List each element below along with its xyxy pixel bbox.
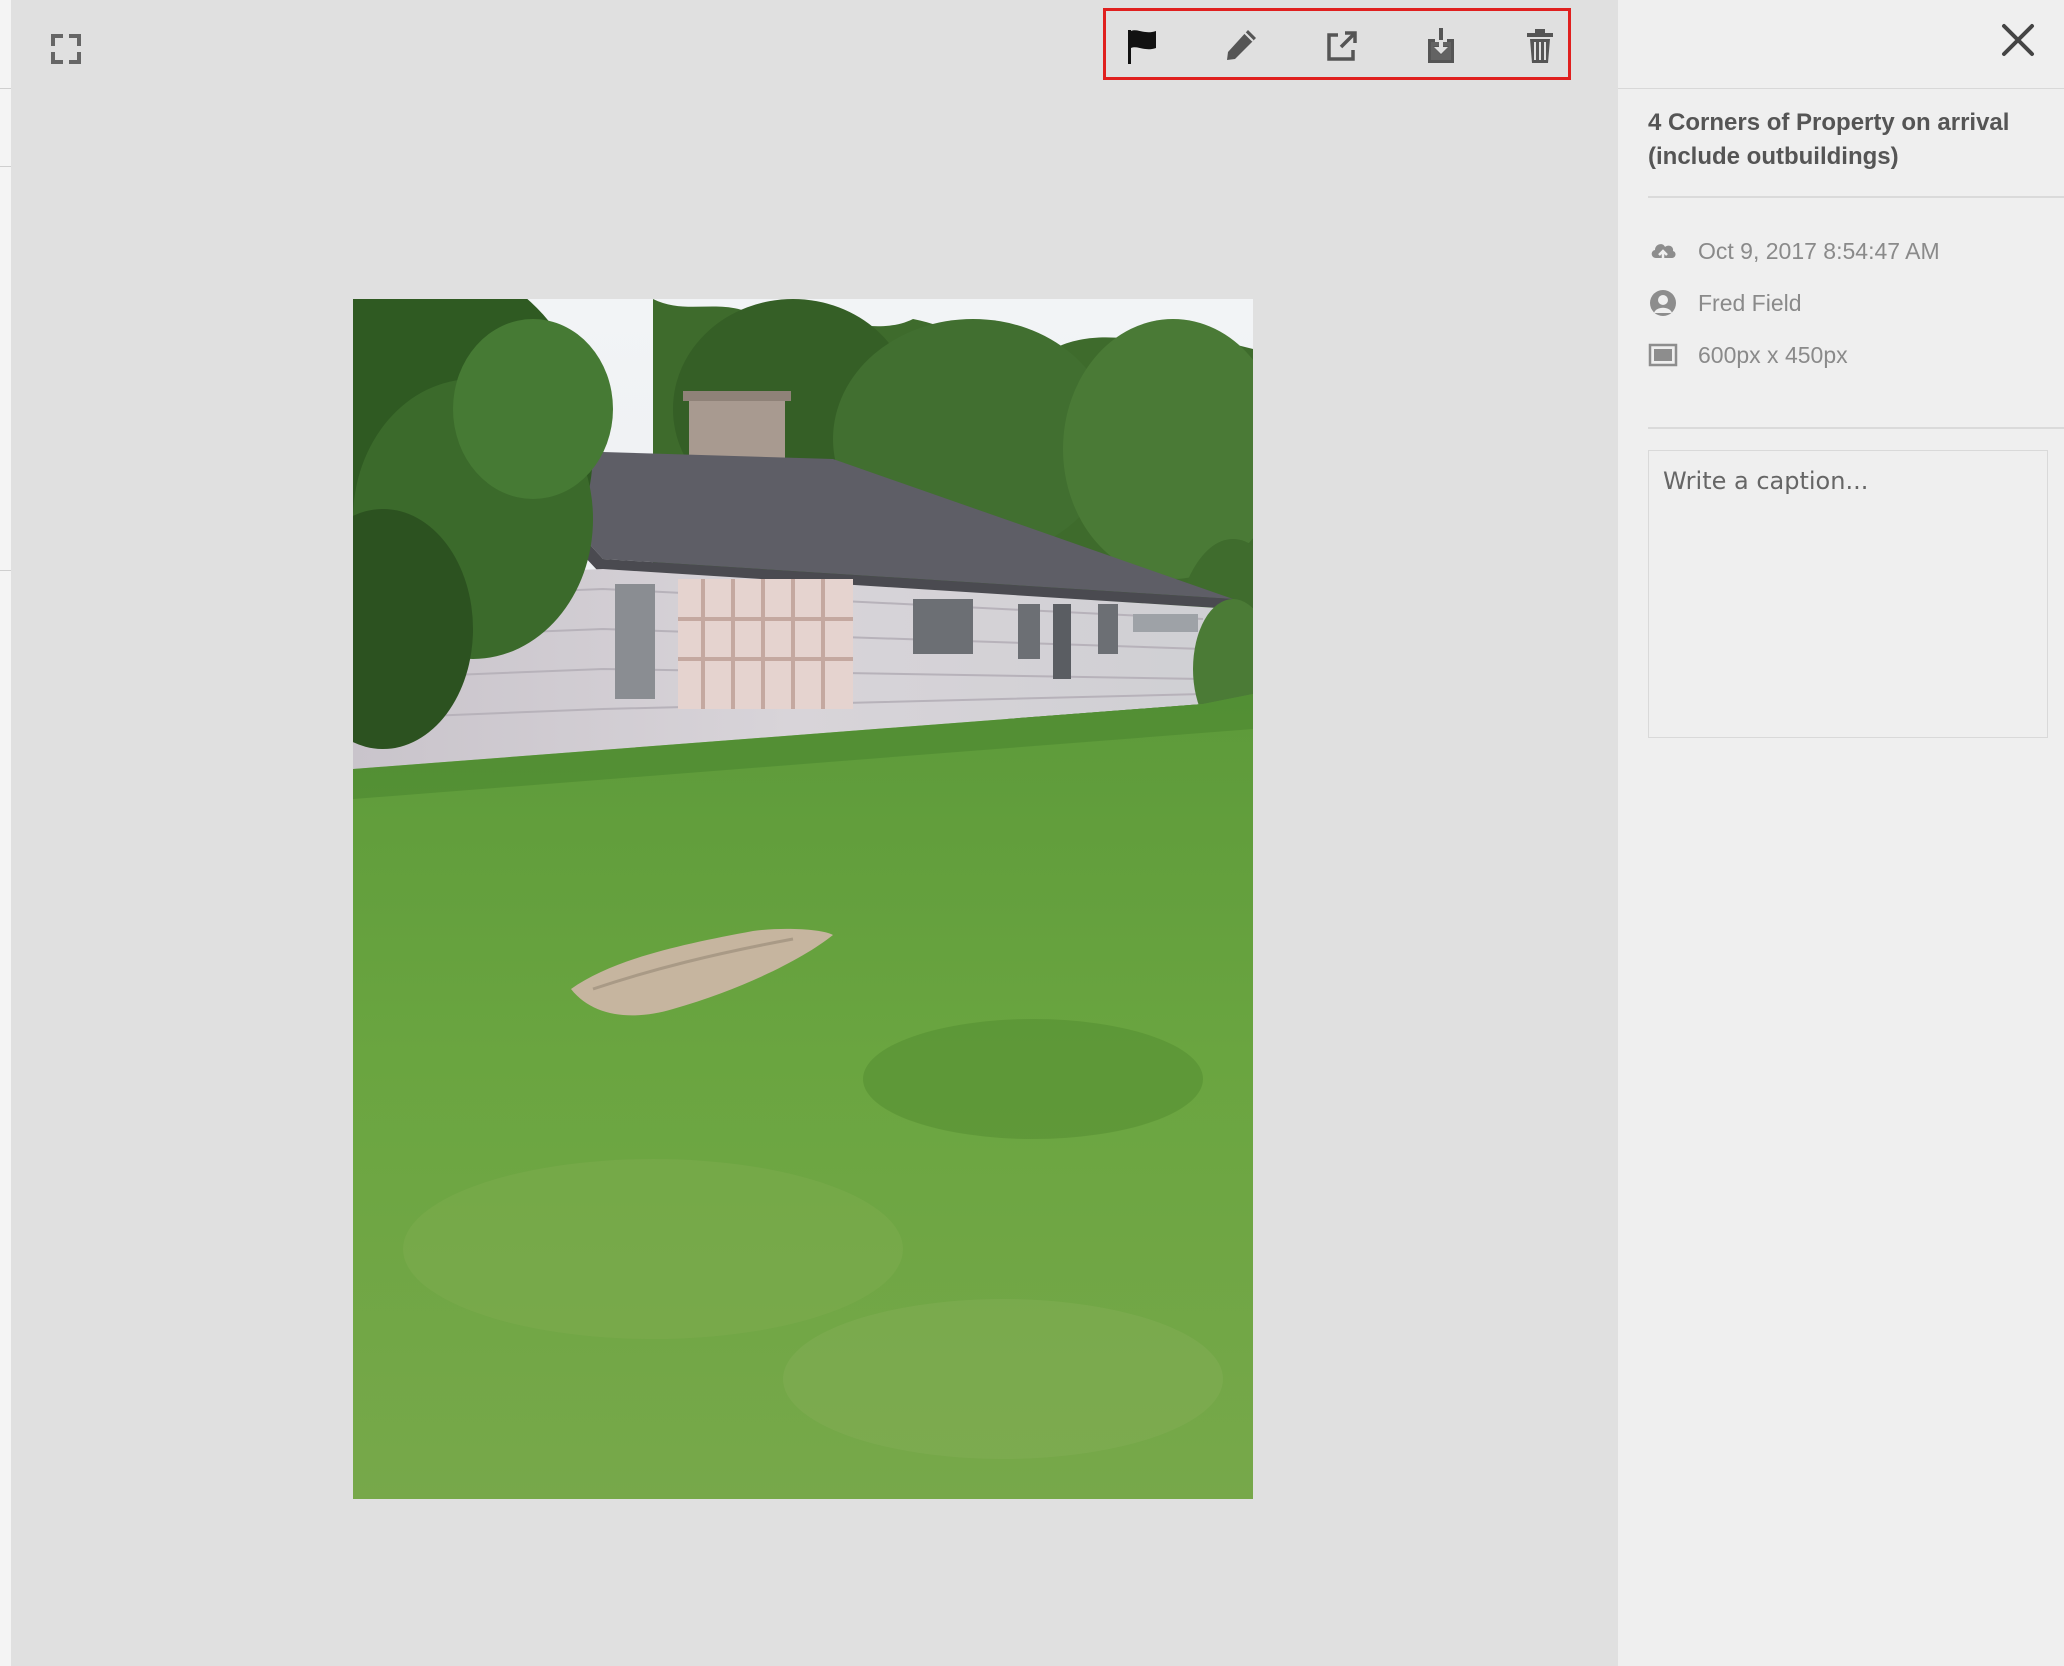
author-row: Fred Field	[1648, 283, 2048, 323]
open-external-button[interactable]	[1315, 21, 1367, 71]
cloud-upload-icon	[1648, 236, 1678, 266]
edge-divider	[0, 88, 11, 89]
fullscreen-icon	[51, 34, 81, 64]
pencil-icon	[1227, 30, 1256, 60]
caption-input[interactable]	[1648, 450, 2048, 738]
author-name: Fred Field	[1698, 289, 1802, 316]
close-button[interactable]	[1994, 16, 2042, 64]
trash-icon	[1527, 29, 1553, 63]
panel-header-divider	[1618, 88, 2064, 89]
user-icon	[1648, 288, 1678, 318]
edge-divider	[0, 570, 11, 571]
edge-divider	[0, 166, 11, 167]
edit-button[interactable]	[1215, 21, 1267, 71]
close-icon	[2002, 24, 2034, 56]
flag-button[interactable]	[1116, 21, 1168, 71]
left-edge-strip	[0, 0, 11, 1666]
meta-divider	[1648, 427, 2064, 429]
photo-title: 4 Corners of Property on arrival (includ…	[1648, 109, 2010, 170]
upload-date: Oct 9, 2017 8:54:47 AM	[1698, 237, 1940, 264]
image-dimensions: 600px x 450px	[1698, 341, 1848, 368]
flag-icon	[1128, 30, 1156, 64]
upload-date-row: Oct 9, 2017 8:54:47 AM	[1648, 231, 2048, 271]
fullscreen-button[interactable]	[39, 22, 93, 76]
dimensions-row: 600px x 450px	[1648, 335, 2048, 375]
delete-button[interactable]	[1514, 21, 1566, 71]
download-button[interactable]	[1415, 21, 1467, 71]
photo-toolbar	[1103, 8, 1571, 80]
image-size-icon	[1648, 340, 1678, 370]
title-divider	[1648, 196, 2064, 198]
download-icon	[1428, 28, 1454, 63]
external-link-icon	[1327, 31, 1357, 61]
property-photo	[353, 299, 1253, 1499]
